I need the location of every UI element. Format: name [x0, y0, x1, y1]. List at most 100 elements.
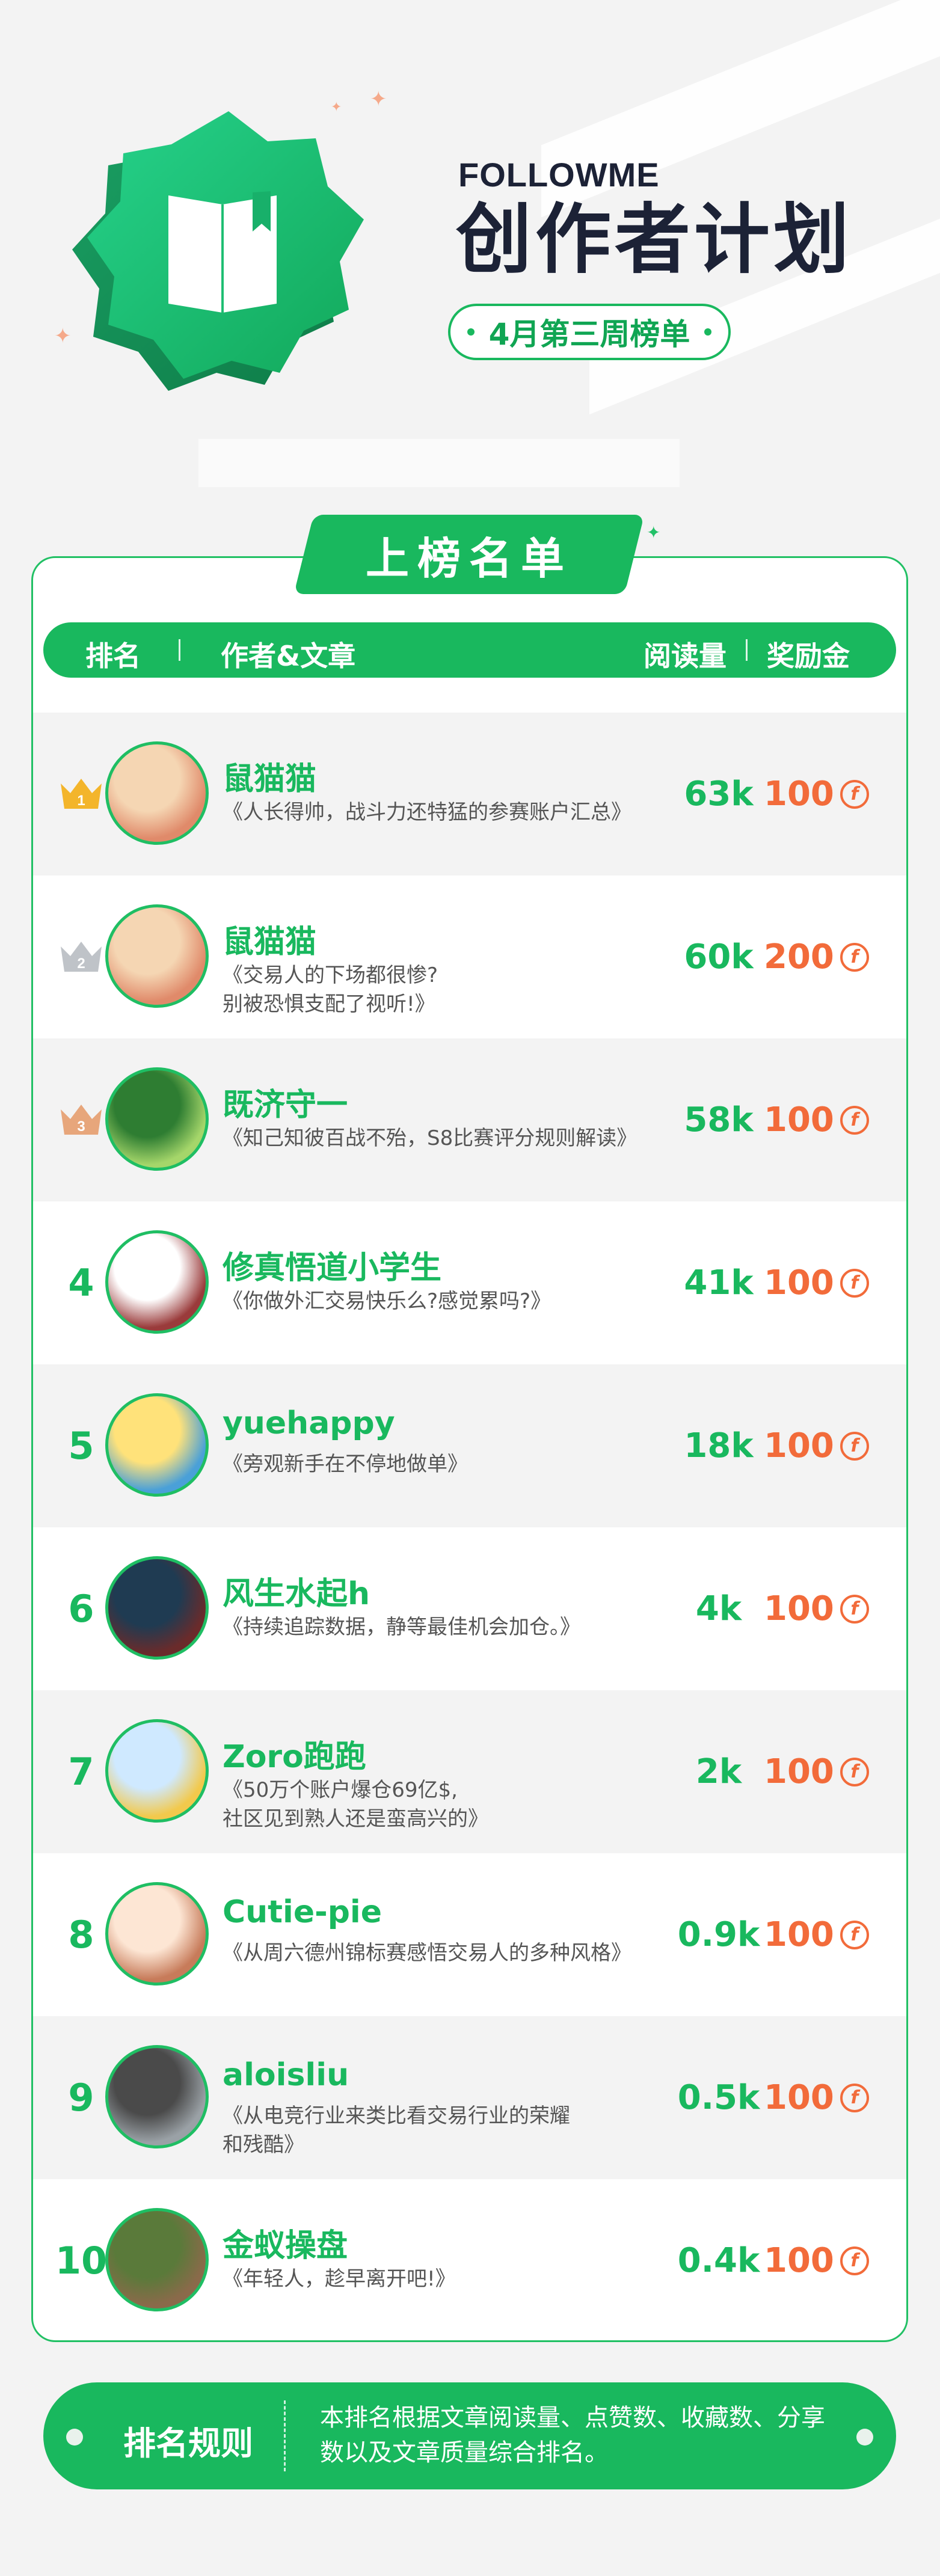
bonus-amount: 100 f: [764, 1853, 890, 2016]
bonus-amount: 100 f: [764, 1201, 890, 1364]
author-name[interactable]: 鼠猫猫: [223, 753, 316, 799]
leaderboard-row[interactable]: 4 修真悟道小学生 《你做外汇交易快乐么?感觉累吗?》 41k 100 f: [33, 1201, 906, 1364]
avatar[interactable]: [105, 1230, 209, 1334]
avatar[interactable]: [105, 2045, 209, 2148]
board-tab-label: 上榜名单: [365, 533, 573, 584]
column-header: 排名 作者&文章 阅读量 奖励金: [43, 622, 896, 678]
avatar[interactable]: [105, 1719, 209, 1823]
author-name[interactable]: 鼠猫猫: [223, 916, 316, 961]
author-name[interactable]: 既济守一: [223, 1079, 348, 1124]
leaderboard-row[interactable]: 5 yuehappy 《旁观新手在不停地做单》 18k 100 f: [33, 1364, 906, 1527]
f-coin-icon: f: [840, 2246, 869, 2275]
article-title[interactable]: 《50万个账户爆仓69亿$, 社区见到熟人还是蛮高兴的》: [223, 1776, 680, 1833]
rank-number: 7: [68, 1750, 94, 1794]
rules-title: 排名规则: [123, 2424, 253, 2462]
bonus-value: 100: [764, 1263, 834, 1302]
f-coin-icon: f: [840, 1431, 869, 1461]
crown-icon: 1: [61, 779, 102, 809]
article-title[interactable]: 《持续追踪数据，静等最佳机会加仓。》: [223, 1613, 680, 1642]
article-title[interactable]: 《从电竞行业来类比看交易行业的荣耀 和残酷》: [223, 2102, 680, 2159]
f-coin-icon: f: [840, 1268, 869, 1298]
column-reads: 阅读量: [644, 640, 727, 672]
bonus-amount: 100 f: [764, 713, 890, 876]
leaderboard-row[interactable]: 8 Cutie-pie 《从周六德州锦标赛感悟交易人的多种风格》 0.9k 100 f: [33, 1853, 906, 2016]
rules-text: 本排名根据文章阅读量、点赞数、收藏数、分享数以及文章质量综合排名。: [320, 2404, 825, 2467]
bonus-value: 100: [764, 1752, 834, 1791]
leaderboard-row[interactable]: 3 既济守一 《知己知彼百战不殆，S8比赛评分规则解读》 58k 100 f: [33, 1038, 906, 1201]
article-title[interactable]: 《旁观新手在不停地做单》: [223, 1450, 680, 1479]
avatar[interactable]: [105, 741, 209, 845]
week-label: 4月第三周榜单: [488, 317, 690, 352]
avatar[interactable]: [105, 2208, 209, 2311]
article-title[interactable]: 《年轻人，趁早离开吧!》: [223, 2265, 680, 2293]
column-divider: [179, 639, 180, 661]
avatar[interactable]: [105, 1067, 209, 1171]
brand-name: FOLLOWME: [458, 156, 660, 194]
bonus-value: 100: [764, 1915, 834, 1954]
article-title[interactable]: 《从周六德州锦标赛感悟交易人的多种风格》: [223, 1939, 680, 1967]
column-author-article: 作者&文章: [221, 640, 356, 672]
f-coin-icon: f: [840, 1594, 869, 1624]
rank-number: 9: [68, 2076, 94, 2120]
rules-divider: [284, 2400, 286, 2471]
svg-text:3: 3: [77, 1118, 85, 1135]
bonus-value: 100: [764, 2241, 834, 2280]
author-name[interactable]: 金蚁操盘: [223, 2220, 348, 2265]
article-title[interactable]: 《你做外汇交易快乐么?感觉累吗?》: [223, 1287, 680, 1316]
author-name[interactable]: aloisliu: [223, 2057, 349, 2093]
avatar[interactable]: [105, 1882, 209, 1986]
leaderboard-row[interactable]: 1 鼠猫猫 《人长得帅，战斗力还特猛的参赛账户汇总》 63k 100 f: [33, 713, 906, 876]
bonus-value: 100: [764, 774, 834, 814]
author-name[interactable]: Zoro跑跑: [223, 1731, 366, 1776]
bonus-amount: 100 f: [764, 1527, 890, 1690]
author-name[interactable]: Cutie-pie: [223, 1894, 382, 1930]
column-divider: [746, 639, 748, 661]
f-coin-icon: f: [840, 1105, 869, 1135]
f-coin-icon: f: [840, 1920, 869, 1949]
f-coin-icon: f: [840, 1757, 869, 1786]
avatar[interactable]: [105, 904, 209, 1008]
background-stripe: [198, 439, 680, 487]
article-title[interactable]: 《知己知彼百战不殆，S8比赛评分规则解读》: [223, 1124, 680, 1153]
leaderboard-row[interactable]: 9 aloisliu 《从电竞行业来类比看交易行业的荣耀 和残酷》 0.5k 100 f: [33, 2016, 906, 2179]
avatar[interactable]: [105, 1393, 209, 1497]
author-name[interactable]: 风生水起h: [223, 1568, 370, 1613]
f-coin-icon: f: [840, 942, 869, 972]
bonus-amount: 100 f: [764, 1364, 890, 1527]
sparkle-icon: ✦: [647, 523, 661, 542]
bonus-amount: 200 f: [764, 876, 890, 1038]
article-title[interactable]: 《交易人的下场都很惨? 别被恐惧支配了视听!》: [223, 961, 680, 1019]
leaderboard-rows: 1 鼠猫猫 《人长得帅，战斗力还特猛的参赛账户汇总》 63k 100 f 2 鼠猫猫 《交易人的…: [33, 713, 906, 2342]
pill-dot: [704, 328, 711, 336]
author-name[interactable]: yuehappy: [223, 1405, 395, 1441]
leaderboard-row[interactable]: 2 鼠猫猫 《交易人的下场都很惨? 别被恐惧支配了视听!》 60k 200 f: [33, 876, 906, 1038]
pill-dot: [467, 328, 475, 336]
author-name[interactable]: 修真悟道小学生: [223, 1242, 441, 1287]
leaderboard-row[interactable]: 6 风生水起h 《持续追踪数据，静等最佳机会加仓。》 4k 100 f: [33, 1527, 906, 1690]
column-rank: 排名: [85, 640, 141, 672]
f-coin-icon: f: [840, 2083, 869, 2112]
bonus-value: 100: [764, 1100, 834, 1139]
svg-text:1: 1: [77, 793, 85, 809]
rank-number: 5: [68, 1424, 94, 1468]
bonus-amount: 100 f: [764, 1038, 890, 1201]
crown-icon: 3: [61, 1105, 102, 1135]
f-coin-icon: f: [840, 779, 869, 809]
bonus-value: 100: [764, 2078, 834, 2117]
avatar[interactable]: [105, 1556, 209, 1660]
article-title[interactable]: 《人长得帅，战斗力还特猛的参赛账户汇总》: [223, 798, 680, 827]
leaderboard-row[interactable]: 10 金蚁操盘 《年轻人，趁早离开吧!》 0.4k 100 f: [33, 2179, 906, 2342]
crown-icon: 2: [61, 942, 102, 972]
bonus-amount: 100 f: [764, 2016, 890, 2179]
week-label-pill: 4月第三周榜单: [448, 304, 731, 360]
bonus-value: 100: [764, 1589, 834, 1628]
rank-number: 6: [68, 1587, 94, 1631]
page-title: 创作者计划: [456, 195, 853, 284]
rank-number: 10: [55, 2239, 108, 2283]
bonus-value: 100: [764, 1426, 834, 1465]
column-bonus: 奖励金: [767, 640, 850, 672]
bonus-amount: 100 f: [764, 2179, 890, 2342]
rules-dot: [66, 2429, 83, 2446]
leaderboard-row[interactable]: 7 Zoro跑跑 《50万个账户爆仓69亿$, 社区见到熟人还是蛮高兴的》 2k 100…: [33, 1690, 906, 1853]
svg-text:2: 2: [77, 955, 85, 972]
